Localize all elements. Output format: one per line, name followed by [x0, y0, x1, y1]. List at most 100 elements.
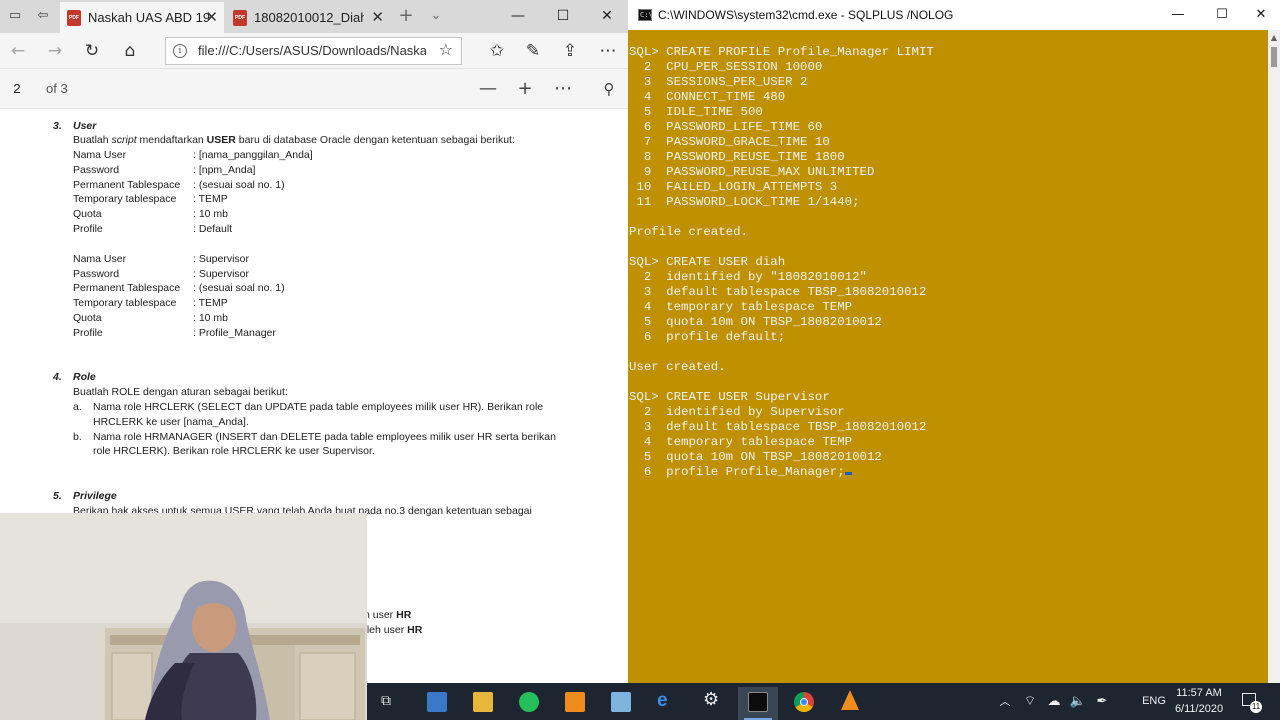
field-value: : TEMP	[193, 297, 228, 309]
clock-date: 6/11/2020	[1174, 703, 1224, 715]
url-text[interactable]: file:///C:/Users/ASUS/Downloads/Naskah%	[198, 38, 426, 64]
field-label: Quota	[73, 208, 102, 220]
console-line: 8 PASSWORD_REUSE_TIME 1800	[629, 150, 845, 164]
zoom-out-icon[interactable]: —	[475, 77, 501, 101]
field-label: Nama User	[73, 253, 127, 265]
action-center-icon[interactable]: 11	[1239, 683, 1263, 720]
minimize-button[interactable]: —	[495, 0, 541, 33]
list-item-text: HRCLERK ke user [nama_Anda].	[93, 416, 249, 428]
pen-notes-icon[interactable]: ✎	[522, 40, 544, 62]
field-value: : (sesuai soal no. 1)	[193, 179, 285, 191]
back-icon[interactable]: ←	[7, 40, 29, 62]
tab-naskah[interactable]: PDF Naskah UAS ABD 19 ✕	[60, 2, 224, 33]
pdf-file-icon: PDF	[67, 10, 81, 26]
set-aside-tabs-icon[interactable]: ⇦	[31, 6, 55, 26]
command-prompt-icon[interactable]	[738, 687, 778, 720]
chevron-down-icon[interactable]: ⌄	[424, 6, 448, 26]
pen-workspace-icon[interactable]: ✒	[1091, 683, 1113, 720]
close-icon[interactable]: ✕	[371, 2, 384, 33]
input-language[interactable]: ENG	[1139, 683, 1169, 720]
field-value: : Default	[193, 223, 233, 235]
webcam-overlay	[0, 513, 367, 720]
page-number-input[interactable]: 2	[0, 78, 34, 100]
task-view-icon[interactable]: ⧉	[369, 687, 409, 720]
tab-manager-icon[interactable]: ▭	[3, 6, 27, 26]
field-value: : 10 mb	[193, 208, 229, 220]
section-intro: Buatlah script mendaftarkan USER baru di…	[73, 134, 515, 146]
console-line: 6 PASSWORD_LIFE_TIME 60	[629, 120, 823, 134]
close-window-button[interactable]: ✕	[1238, 0, 1280, 30]
cmd-window-title: C:\WINDOWS\system32\cmd.exe - SQLPLUS /N…	[658, 8, 954, 22]
maximize-button[interactable]: ☐	[540, 0, 586, 33]
favorite-star-icon[interactable]: ☆	[439, 40, 453, 59]
info-icon[interactable]: i	[173, 44, 187, 58]
scroll-up-arrow-icon[interactable]: ▲	[1268, 30, 1280, 46]
console-line: 7 PASSWORD_GRACE_TIME 10	[629, 135, 830, 149]
close-window-button[interactable]: ✕	[584, 0, 630, 33]
chrome-icon[interactable]	[784, 687, 824, 720]
cmd-title-bar[interactable]: C:\ C:\WINDOWS\system32\cmd.exe - SQLPLU…	[628, 0, 1280, 30]
minimize-button[interactable]: —	[1155, 0, 1201, 30]
console-line: SQL> CREATE USER diah	[629, 255, 786, 269]
microsoft-store-icon[interactable]	[417, 687, 457, 720]
section-heading: User	[73, 120, 97, 132]
list-item-text: Nama role HRMANAGER (INSERT dan DELETE p…	[93, 431, 556, 443]
more-menu-icon[interactable]: ⋯	[597, 40, 619, 62]
console-line: 3 default tablespace TBSP_18082010012	[629, 420, 927, 434]
scrollbar-thumb[interactable]	[1271, 47, 1277, 67]
address-bar[interactable]: i file:///C:/Users/ASUS/Downloads/Naskah…	[165, 37, 462, 65]
console-line: 9 PASSWORD_REUSE_MAX UNLIMITED	[629, 165, 875, 179]
edge-browser-icon[interactable]: e	[647, 687, 687, 720]
show-hidden-icons-chevron-icon[interactable]: ︿	[997, 683, 1013, 720]
sublime-text-icon[interactable]	[555, 687, 595, 720]
field-label: Temporary tablespace	[73, 297, 177, 309]
pin-toolbar-icon[interactable]: ⚲	[596, 77, 622, 101]
share-icon[interactable]: ⇪	[559, 40, 581, 62]
console-output[interactable]: SQL> CREATE PROFILE Profile_Manager LIMI…	[628, 30, 1268, 683]
vlc-player-icon[interactable]	[830, 687, 870, 720]
refresh-icon[interactable]: ↻	[81, 40, 103, 62]
pdf-more-icon[interactable]: ⋯	[550, 77, 576, 101]
field-label: Profile	[73, 223, 103, 235]
console-line: 3 default tablespace TBSP_18082010012	[629, 285, 927, 299]
console-line: Profile created.	[629, 225, 748, 239]
favorites-icon[interactable]: ✩	[486, 40, 508, 62]
console-line: 4 temporary tablespace TEMP	[629, 435, 853, 449]
close-icon[interactable]: ✕	[205, 2, 218, 33]
system-clock[interactable]: 11:57 AM 6/11/2020	[1169, 685, 1229, 717]
console-scrollbar[interactable]: ▲	[1268, 30, 1280, 683]
field-value: : [nama_panggilan_Anda]	[193, 149, 313, 161]
new-tab-icon[interactable]: +	[394, 6, 418, 26]
field-value: : (sesuai soal no. 1)	[193, 282, 285, 294]
console-line: 6 profile Profile_Manager;	[629, 465, 1268, 480]
navigation-bar: ← → ↻ ⌂ i file:///C:/Users/ASUS/Download…	[0, 33, 628, 69]
whatsapp-icon[interactable]	[509, 687, 549, 720]
field-value: : TEMP	[193, 193, 228, 205]
volume-icon[interactable]: 🔈	[1067, 683, 1089, 720]
field-label: Permanent Tablespace	[73, 179, 181, 191]
zoom-in-icon[interactable]: +	[512, 77, 538, 101]
section-heading: Privilege	[73, 490, 117, 502]
list-item-text: Nama role HRCLERK (SELECT dan UPDATE pad…	[93, 401, 544, 413]
field-label: Permanent Tablespace	[73, 282, 181, 294]
forward-icon[interactable]: →	[44, 40, 66, 62]
console-line: 2 identified by Supervisor	[629, 405, 845, 419]
console-line: 6 profile default;	[629, 330, 786, 344]
network-icon[interactable]: ⌔	[1019, 683, 1041, 720]
field-value: : 10 mb	[193, 312, 229, 324]
settings-gear-icon[interactable]: ⚙	[693, 687, 733, 720]
home-icon[interactable]: ⌂	[119, 40, 141, 62]
notification-count-badge: 11	[1250, 701, 1262, 713]
list-marker: b.	[73, 431, 82, 443]
file-explorer-icon[interactable]	[463, 687, 503, 720]
tab-diah-fata[interactable]: PDF 18082010012_Diah Fata ✕	[226, 2, 390, 33]
onedrive-cloud-icon[interactable]: ☁	[1043, 683, 1065, 720]
desktop-screen: ▭ ⇦ PDF Naskah UAS ABD 19 ✕ PDF 18082010…	[0, 0, 1280, 720]
tab-strip: ▭ ⇦ PDF Naskah UAS ABD 19 ✕ PDF 18082010…	[0, 0, 628, 33]
console-line: SQL> CREATE PROFILE Profile_Manager LIMI…	[629, 45, 934, 59]
pdf-file-icon: PDF	[233, 10, 247, 26]
console-app-icon: C:\	[638, 9, 653, 21]
notepad-icon[interactable]	[601, 687, 641, 720]
